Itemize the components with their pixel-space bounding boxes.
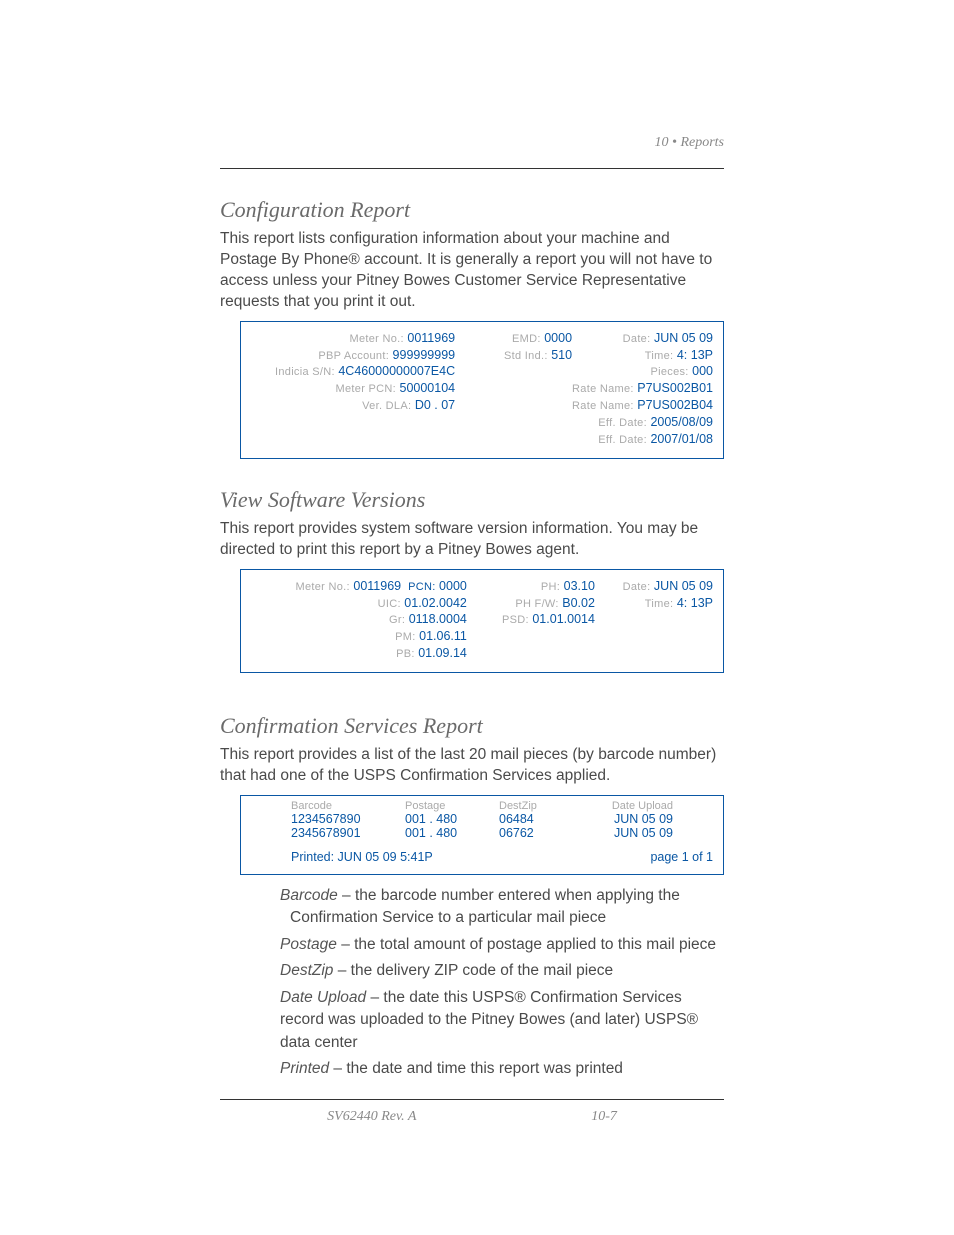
lbl2-phfw: PH F/W: xyxy=(515,598,558,610)
definitions: Barcode – the barcode number entered whe… xyxy=(220,885,724,1081)
col-destzip: DestZip xyxy=(499,800,559,812)
val2-gr: 0118.0004 xyxy=(409,612,467,626)
def-printed: – the date and time this report was prin… xyxy=(329,1060,623,1077)
conf-header-row: Barcode Postage DestZip Date Upload xyxy=(291,800,713,812)
software-report-box: Meter No.: 0011969 PCN: 0000 UIC: 01.02.… xyxy=(240,569,724,673)
lbl2-meter: Meter No.: xyxy=(296,581,350,593)
val-pbp: 999999999 xyxy=(393,348,456,362)
val-stdind: 510 xyxy=(551,348,572,362)
val-emd: 0000 xyxy=(544,331,572,345)
running-header: 10 • Reports xyxy=(220,135,724,151)
col-barcode: Barcode xyxy=(291,800,381,812)
val2-meter: 0011969 xyxy=(353,579,401,593)
col-postage: Postage xyxy=(405,800,475,812)
top-rule xyxy=(220,168,724,169)
lbl2-pm: PM: xyxy=(395,631,415,643)
val2-uic: 01.02.0042 xyxy=(404,596,467,610)
lbl-eff1: Eff. Date: xyxy=(598,417,647,429)
lbl-pieces: Pieces: xyxy=(650,366,688,378)
val-date: JUN 05 09 xyxy=(654,331,713,345)
val2-pm: 01.06.11 xyxy=(419,629,467,643)
header-chapter: 10 • Reports xyxy=(655,135,724,151)
lbl2-uic: UIC: xyxy=(378,598,401,610)
lbl-ver: Ver. DLA: xyxy=(362,400,411,412)
lbl-eff2: Eff. Date: xyxy=(598,434,647,446)
lbl-date: Date: xyxy=(623,333,651,345)
cell-postage: 001 . 480 xyxy=(405,812,475,826)
cell-dest: 06484 xyxy=(499,812,559,826)
section2-intro: This report provides system software ver… xyxy=(220,519,724,561)
val-indicia: 4C46000000007E4C xyxy=(338,364,455,378)
def-postage: – the total amount of postage applied to… xyxy=(337,936,716,953)
cell-dest: 06762 xyxy=(499,826,559,840)
section2-title: View Software Versions xyxy=(220,487,724,513)
lbl2-time: Time: xyxy=(645,598,674,610)
def-barcode: – the barcode number entered when applyi… xyxy=(290,887,680,926)
section1-title: Configuration Report xyxy=(220,197,724,223)
val-rate1: P7US002B01 xyxy=(637,381,713,395)
lbl2-pcn: PCN: xyxy=(408,581,435,593)
page-footer: SV62440 Rev. A 10-7 xyxy=(220,1109,724,1125)
term-postage: Postage xyxy=(280,936,337,953)
val2-pb: 01.09.14 xyxy=(418,646,467,660)
val-ver: D0 . 07 xyxy=(415,398,455,412)
lbl2-pb: PB: xyxy=(396,648,415,660)
section3-intro: This report provides a list of the last … xyxy=(220,745,724,787)
table-row: 1234567890 001 . 480 06484 JUN 05 09 xyxy=(291,812,713,826)
term-dateupload: Date Upload xyxy=(280,989,366,1006)
lbl2-psd: PSD: xyxy=(502,614,529,626)
val2-ph: 03.10 xyxy=(564,579,595,593)
section3-title: Confirmation Services Report xyxy=(220,713,724,739)
lbl2-gr: Gr: xyxy=(389,614,405,626)
footer-model: SV62440 Rev. A xyxy=(327,1109,416,1124)
conf-report-box: Barcode Postage DestZip Date Upload 1234… xyxy=(240,795,724,875)
val-eff1: 2005/08/09 xyxy=(650,415,713,429)
lbl-meterpcn: Meter PCN: xyxy=(336,383,396,395)
cell-barcode: 2345678901 xyxy=(291,826,381,840)
lbl2-date: Date: xyxy=(623,581,651,593)
cell-barcode: 1234567890 xyxy=(291,812,381,826)
cell-date: JUN 05 09 xyxy=(583,812,673,826)
page-label: page 1 of 1 xyxy=(650,850,713,864)
val2-pcn: 0000 xyxy=(439,579,467,593)
page: 10 • Reports Configuration Report This r… xyxy=(0,0,954,1235)
term-printed: Printed xyxy=(280,1060,329,1077)
lbl-stdind: Std Ind.: xyxy=(504,350,548,362)
col-dateupload: Date Upload xyxy=(583,800,673,812)
cell-postage: 001 . 480 xyxy=(405,826,475,840)
lbl-indicia: Indicia S/N: xyxy=(275,366,335,378)
lbl2-ph: PH: xyxy=(541,581,560,593)
val-meter: 0011969 xyxy=(407,331,455,345)
def-destzip: – the delivery ZIP code of the mail piec… xyxy=(333,962,613,979)
table-row: 2345678901 001 . 480 06762 JUN 05 09 xyxy=(291,826,713,840)
conf-footer: Printed: JUN 05 09 5:41P page 1 of 1 xyxy=(291,850,713,864)
config-report-box: Meter No.: 0011969 PBP Account: 99999999… xyxy=(240,321,724,459)
lbl-time: Time: xyxy=(645,350,674,362)
bottom-rule xyxy=(220,1099,724,1100)
val-time: 4: 13P xyxy=(677,348,713,362)
val2-phfw: B0.02 xyxy=(562,596,595,610)
val2-date: JUN 05 09 xyxy=(654,579,713,593)
lbl-emd: EMD: xyxy=(512,333,541,345)
val2-psd: 01.01.0014 xyxy=(532,612,595,626)
section1-intro: This report lists configuration informat… xyxy=(220,229,724,313)
val-meterpcn: 50000104 xyxy=(400,381,456,395)
val-pieces: 000 xyxy=(692,364,713,378)
val-rate2: P7US002B04 xyxy=(637,398,713,412)
val2-time: 4: 13P xyxy=(677,596,713,610)
val-eff2: 2007/01/08 xyxy=(650,432,713,446)
term-barcode: Barcode xyxy=(280,887,338,904)
cell-date: JUN 05 09 xyxy=(583,826,673,840)
lbl-rate1: Rate Name: xyxy=(572,383,634,395)
lbl-rate2: Rate Name: xyxy=(572,400,634,412)
footer-pageno: 10-7 xyxy=(591,1109,617,1124)
lbl-meter: Meter No.: xyxy=(350,333,404,345)
term-destzip: DestZip xyxy=(280,962,333,979)
lbl-pbp: PBP Account: xyxy=(318,350,389,362)
printed-label: Printed: JUN 05 09 5:41P xyxy=(291,850,433,864)
